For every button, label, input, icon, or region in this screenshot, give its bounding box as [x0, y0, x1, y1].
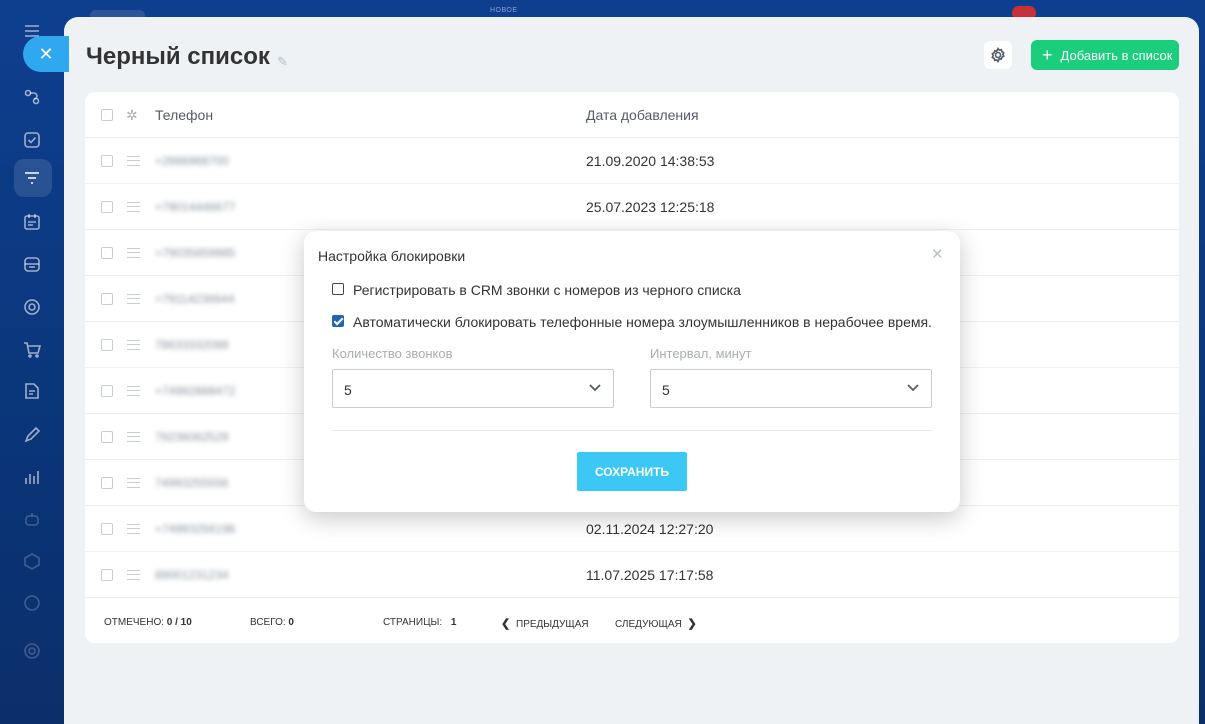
row-phone[interactable]: 89001231234 [155, 568, 228, 582]
gear-icon [991, 47, 1005, 63]
chevron-left-icon: ❮ [501, 618, 511, 630]
row-menu-icon[interactable] [127, 432, 140, 442]
table-row[interactable]: +79014446677 25.07.2023 12:25:18 [85, 184, 1179, 230]
calls-count-select[interactable]: 5 [332, 369, 614, 408]
table-header: ✲ Телефон Дата добавления [85, 92, 1179, 138]
storage-icon[interactable] [21, 253, 43, 275]
table-row[interactable]: +2666968700 21.09.2020 14:38:53 [85, 138, 1179, 184]
interval-label: Интервал, минут [650, 346, 752, 361]
page-title: Черный список [86, 43, 270, 70]
chevron-down-icon [588, 380, 602, 394]
row-phone[interactable]: +79114236644 [155, 292, 235, 306]
auto-block-checkbox[interactable] [332, 315, 344, 327]
row-phone[interactable]: 79236062529 [155, 430, 228, 444]
add-to-list-button[interactable]: + Добавить в список [1031, 40, 1179, 70]
cart-icon[interactable] [21, 339, 43, 361]
interval-select[interactable]: 5 [650, 369, 932, 408]
dialog-divider [332, 430, 932, 431]
calls-count-label: Количество звонков [332, 346, 453, 361]
row-date: 25.07.2023 12:25:18 [586, 199, 715, 215]
counter-icon[interactable] [21, 592, 43, 614]
column-header-date[interactable]: Дата добавления [586, 107, 699, 123]
row-checkbox[interactable] [101, 523, 113, 535]
next-page-link[interactable]: СЛЕДУЮЩАЯ ❯ [615, 617, 697, 630]
register-crm-checkbox[interactable] [332, 283, 344, 295]
analytics-icon[interactable] [21, 466, 43, 488]
row-menu-icon[interactable] [127, 340, 140, 350]
row-checkbox[interactable] [101, 431, 113, 443]
crm-icon[interactable] [21, 86, 43, 108]
auto-block-label[interactable]: Автоматически блокировать телефонные ном… [353, 314, 932, 330]
select-all-checkbox[interactable] [101, 109, 113, 121]
row-menu-icon[interactable] [127, 478, 140, 488]
pin-icon[interactable]: ✎ [277, 54, 288, 70]
table-row[interactable]: +74993256196 02.11.2024 12:27:20 [85, 506, 1179, 552]
row-checkbox[interactable] [101, 385, 113, 397]
row-phone[interactable]: 74993255556 [155, 476, 228, 490]
add-button-label: Добавить в список [1060, 47, 1173, 63]
row-phone[interactable]: +79014446677 [155, 200, 235, 214]
robot-icon[interactable] [21, 508, 43, 530]
row-menu-icon[interactable] [127, 294, 140, 304]
table-footer: ОТМЕЧЕНО: 0 / 10 ВСЕГО: 0 СТРАНИЦЫ: 1 ❮ … [85, 607, 1179, 643]
row-checkbox[interactable] [101, 569, 113, 581]
columns-settings-icon[interactable]: ✲ [126, 107, 138, 124]
selected-count: ОТМЕЧЕНО: 0 / 10 [104, 617, 192, 628]
row-checkbox[interactable] [101, 339, 113, 351]
settings-button[interactable] [984, 41, 1012, 69]
row-date: 21.09.2020 14:38:53 [586, 153, 715, 169]
interval-value: 5 [662, 382, 670, 398]
chevron-right-icon: ❯ [687, 618, 697, 630]
box-icon[interactable] [21, 550, 43, 572]
row-checkbox[interactable] [101, 293, 113, 305]
row-checkbox[interactable] [101, 247, 113, 259]
row-phone[interactable]: +74992888472 [155, 384, 235, 398]
pen-icon[interactable] [21, 424, 43, 446]
close-icon: ✕ [38, 43, 54, 64]
row-menu-icon[interactable] [127, 386, 140, 396]
tasks-icon[interactable] [21, 129, 43, 151]
filter-icon[interactable] [21, 167, 43, 189]
top-label: НОВОЕ [490, 7, 518, 14]
calendar-icon[interactable] [21, 211, 43, 233]
help-icon[interactable] [21, 640, 43, 662]
row-checkbox[interactable] [101, 477, 113, 489]
register-crm-label[interactable]: Регистрировать в CRM звонки с номеров из… [353, 282, 741, 298]
column-header-phone[interactable]: Телефон [155, 107, 213, 123]
row-date: 11.07.2025 17:17:58 [586, 567, 714, 583]
chevron-down-icon [906, 380, 920, 394]
row-phone[interactable]: +2666968700 [155, 154, 229, 168]
row-checkbox[interactable] [101, 155, 113, 167]
row-menu-icon[interactable] [127, 202, 140, 212]
row-phone[interactable]: 78633332099 [155, 338, 228, 352]
pages-indicator: СТРАНИЦЫ: 1 [383, 617, 457, 628]
dialog-title: Настройка блокировки [318, 248, 466, 264]
close-slider-button[interactable]: ✕ [23, 36, 69, 72]
row-menu-icon[interactable] [127, 524, 140, 534]
total-count: ВСЕГО: 0 [250, 617, 294, 628]
dialog-close-icon[interactable]: ✕ [931, 245, 944, 263]
row-date: 02.11.2024 12:27:20 [586, 521, 714, 537]
prev-page-link[interactable]: ❮ ПРЕДЫДУЩАЯ [501, 617, 589, 630]
row-phone[interactable]: +74993256196 [155, 522, 235, 536]
blocking-settings-dialog: Настройка блокировки ✕ Регистрировать в … [304, 231, 960, 512]
left-rail [0, 0, 64, 724]
row-checkbox[interactable] [101, 201, 113, 213]
row-phone[interactable]: +79035659985 [155, 246, 235, 260]
save-button[interactable]: СОХРАНИТЬ [577, 452, 687, 491]
table-row[interactable]: 89001231234 11.07.2025 17:17:58 [85, 552, 1179, 598]
plus-icon: + [1042, 45, 1053, 65]
row-menu-icon[interactable] [127, 156, 140, 166]
target-icon[interactable] [21, 296, 43, 318]
documents-icon[interactable] [21, 380, 43, 402]
calls-count-value: 5 [344, 382, 352, 398]
row-menu-icon[interactable] [127, 248, 140, 258]
row-menu-icon[interactable] [127, 570, 140, 580]
